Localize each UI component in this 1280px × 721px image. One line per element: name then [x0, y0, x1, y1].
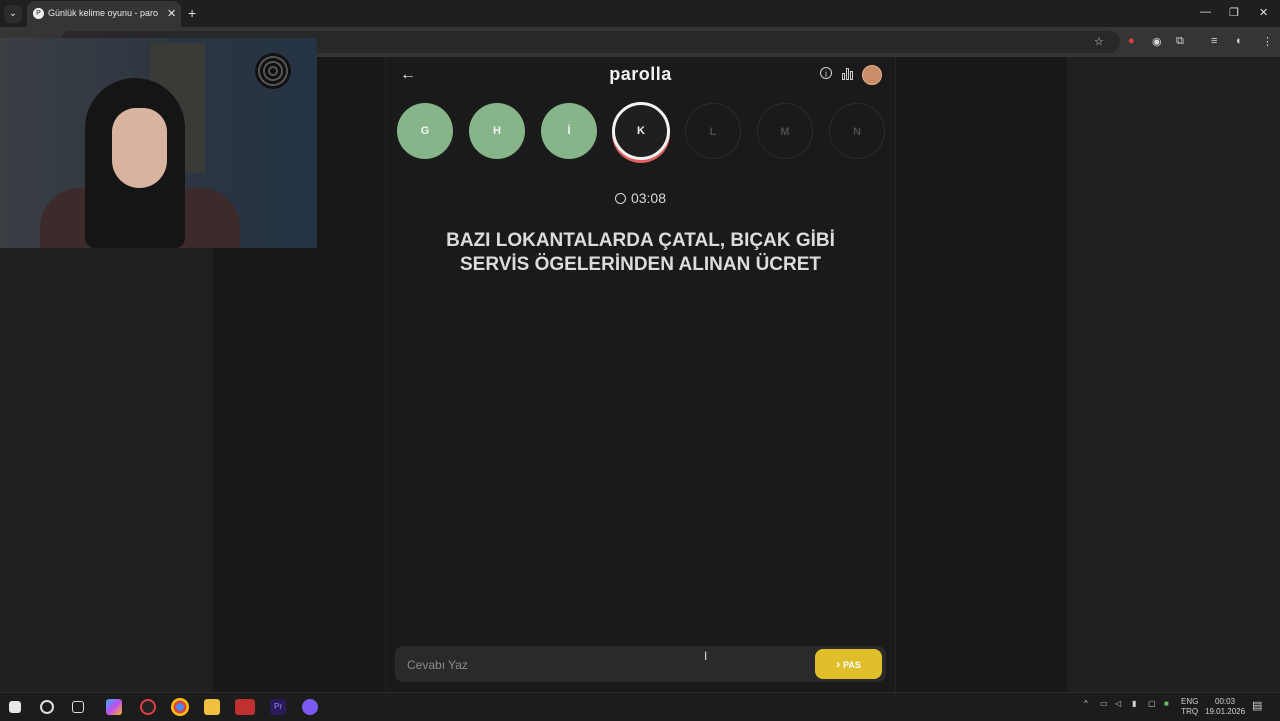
spiral-decoration	[255, 53, 291, 89]
timer-value: 03:08	[630, 190, 667, 206]
minimize-button[interactable]: —	[1200, 6, 1211, 18]
language-indicator[interactable]: ENG TRQ	[1181, 697, 1198, 717]
puzzle-icon[interactable]: ⧉	[1176, 35, 1184, 48]
pass-label: PAS	[843, 660, 861, 670]
tab-title: Günlük kelime oyunu - parolla	[48, 8, 158, 18]
folder-icon[interactable]	[204, 699, 220, 715]
restore-button[interactable]: ❐	[1229, 6, 1239, 19]
voicemod-icon[interactable]	[235, 699, 255, 715]
close-window-button[interactable]: ✕	[1259, 6, 1268, 19]
text-cursor-icon: I	[704, 649, 708, 663]
new-tab-button[interactable]: +	[188, 5, 196, 21]
media-icon[interactable]: ≡	[1211, 35, 1217, 47]
discord-icon[interactable]	[302, 699, 318, 715]
chevron-down-icon[interactable]: ⌄	[4, 5, 22, 23]
avatar[interactable]	[862, 65, 882, 85]
letter-circle-m: M	[757, 103, 813, 159]
extension-icon[interactable]: ◉	[1152, 35, 1162, 48]
answer-input[interactable]	[405, 646, 789, 684]
bookmark-star-icon[interactable]: ☆	[1094, 35, 1104, 48]
menu-icon[interactable]: ⋮	[1262, 35, 1273, 48]
chrome-icon[interactable]	[171, 698, 189, 716]
letter-circle-g: G	[397, 103, 453, 159]
question-text: BAZI LOKANTALARDA ÇATAL, BIÇAK GİBİ SERV…	[446, 230, 835, 275]
mic-icon[interactable]: ▮	[1132, 699, 1136, 708]
start-icon[interactable]	[9, 701, 21, 713]
app-icon[interactable]	[140, 699, 156, 715]
network-icon[interactable]: ▭	[1100, 699, 1108, 708]
favicon-icon: P	[33, 8, 44, 19]
page-right-margin	[1067, 57, 1280, 692]
letter-circle-h: H	[469, 103, 525, 159]
letter-circle-n: N	[829, 103, 885, 159]
app-tray-icon[interactable]: ■	[1164, 699, 1169, 708]
tab-strip: ⌄ P Günlük kelime oyunu - parolla ✕ + — …	[0, 0, 1280, 27]
clock[interactable]: 00:03 19.01.2026	[1205, 697, 1245, 717]
volume-icon[interactable]: ◁	[1115, 699, 1121, 708]
browser-tab[interactable]: P Günlük kelime oyunu - parolla ✕	[27, 1, 181, 27]
game-panel: ← parolla i G H İ K L M N 03:08 BAZI LOK…	[385, 57, 896, 692]
extension-icon[interactable]: ●	[1128, 35, 1135, 47]
display-icon[interactable]: ▢	[1148, 699, 1156, 708]
chevron-right-icon: ›	[836, 657, 841, 671]
letter-circle-i: İ	[541, 103, 597, 159]
timer: 03:08	[386, 190, 895, 206]
webcam-overlay	[0, 38, 317, 248]
search-icon[interactable]	[40, 700, 54, 714]
chevron-up-icon[interactable]: ^	[1084, 699, 1088, 708]
notification-icon[interactable]: ▤	[1252, 699, 1262, 712]
stats-chart-icon[interactable]	[842, 68, 854, 80]
task-view-icon[interactable]	[72, 701, 84, 713]
taskbar: Pr ^ ▭ ◁ ▮ ▢ ■ ENG TRQ 00:03 19.01.2026 ▤	[0, 692, 1280, 721]
info-icon[interactable]: i	[820, 67, 832, 79]
pass-button[interactable]: › PAS	[815, 649, 882, 679]
clock-icon	[614, 193, 626, 204]
copilot-icon[interactable]	[106, 699, 122, 715]
close-icon[interactable]: ✕	[167, 7, 176, 20]
webcam-person	[112, 108, 167, 188]
letter-circle-k-current: K	[612, 102, 670, 160]
answer-box: ›PAS	[395, 646, 886, 684]
premiere-icon[interactable]: Pr	[270, 699, 286, 715]
page-title: parolla	[609, 64, 672, 84]
letter-circle-l: L	[685, 103, 741, 159]
profile-icon[interactable]: ◐	[1236, 35, 1243, 47]
